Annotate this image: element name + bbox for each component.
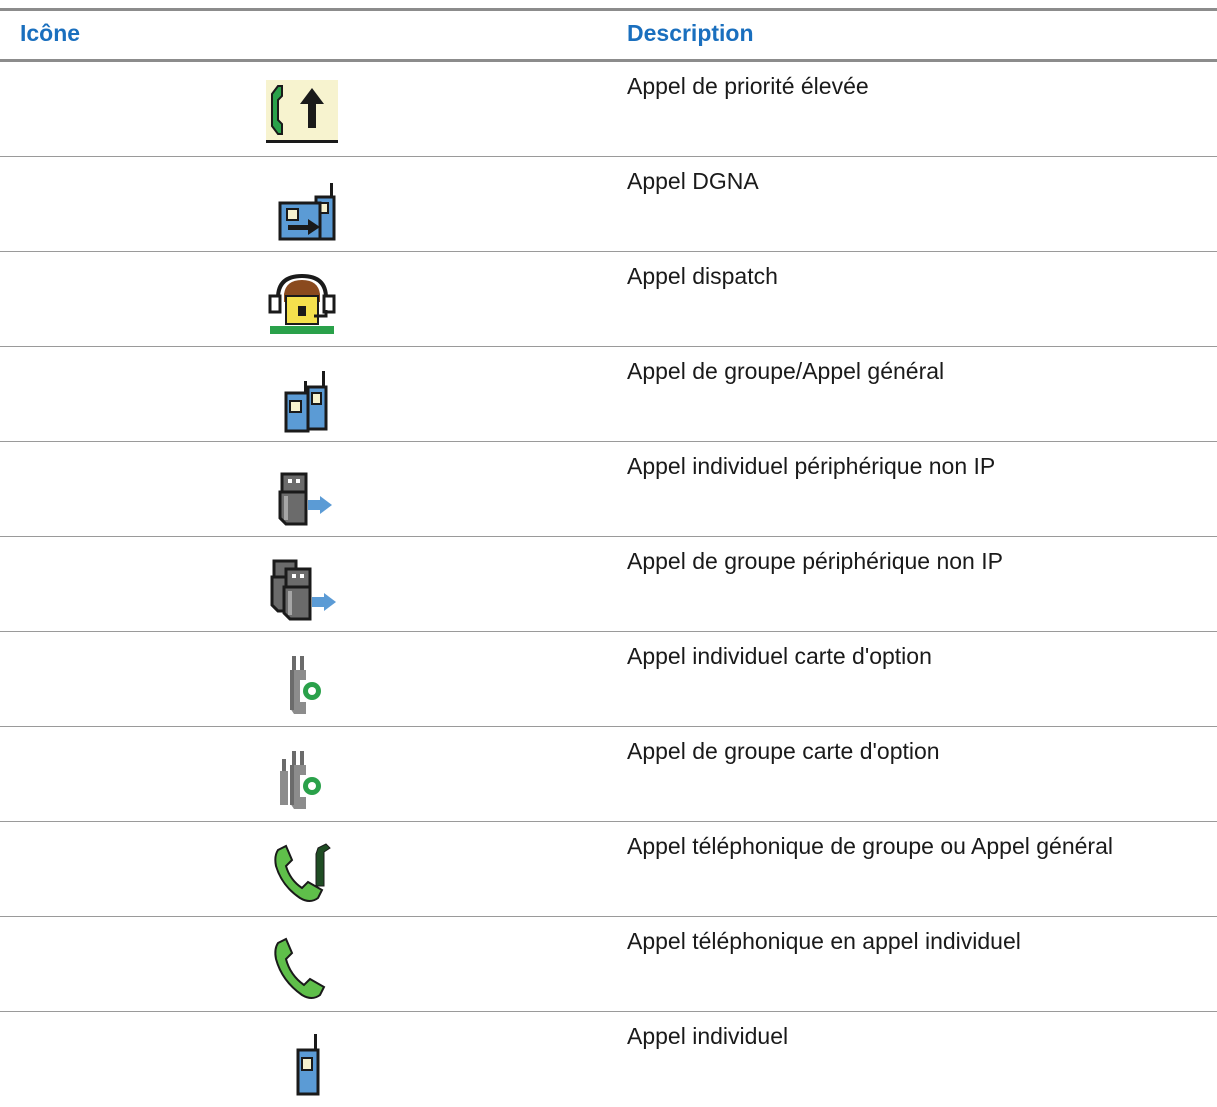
row-description: Appel individuel carte d'option	[627, 643, 932, 669]
table-row: Appel individuel carte d'option	[0, 632, 1217, 727]
row-description: Appel téléphonique de groupe ou Appel gé…	[627, 833, 1113, 859]
group-call-icon	[260, 357, 344, 433]
row-description: Appel téléphonique en appel individuel	[627, 928, 1021, 954]
table-row: Appel de priorité élevée	[0, 62, 1217, 157]
non-ip-group-call-icon	[260, 547, 344, 623]
row-description: Appel individuel	[627, 1023, 789, 1049]
high-priority-call-icon	[260, 72, 344, 148]
option-board-group-call-icon	[260, 737, 344, 813]
non-ip-private-call-icon	[260, 452, 344, 528]
table-row: Appel de groupe/Appel général	[0, 347, 1217, 442]
row-description: Appel de priorité élevée	[627, 73, 869, 99]
dgna-call-icon	[260, 167, 344, 243]
table-header: Icône Description	[0, 11, 1217, 59]
private-call-icon	[260, 1022, 344, 1098]
row-description: Appel DGNA	[627, 168, 759, 194]
row-description: Appel individuel périphérique non IP	[627, 453, 996, 479]
phone-group-call-icon	[260, 832, 344, 908]
header-icon: Icône	[20, 20, 81, 46]
table-row: Appel individuel	[0, 1012, 1217, 1107]
table-row: Appel dispatch	[0, 252, 1217, 347]
option-board-private-call-icon	[260, 642, 344, 718]
table-row: Appel DGNA	[0, 157, 1217, 252]
row-description: Appel de groupe périphérique non IP	[627, 548, 1003, 574]
phone-private-call-icon	[260, 927, 344, 1003]
table-row: Appel individuel périphérique non IP	[0, 442, 1217, 537]
table-row: Appel de groupe périphérique non IP	[0, 537, 1217, 632]
table-row: Appel de groupe carte d'option	[0, 727, 1217, 822]
table-row: Appel téléphonique de groupe ou Appel gé…	[0, 822, 1217, 917]
row-description: Appel de groupe/Appel général	[627, 358, 945, 384]
header-description: Description	[627, 20, 754, 46]
table-row: Appel téléphonique en appel individuel	[0, 917, 1217, 1012]
dispatch-call-icon	[260, 262, 344, 338]
row-description: Appel de groupe carte d'option	[627, 738, 940, 764]
row-description: Appel dispatch	[627, 263, 778, 289]
